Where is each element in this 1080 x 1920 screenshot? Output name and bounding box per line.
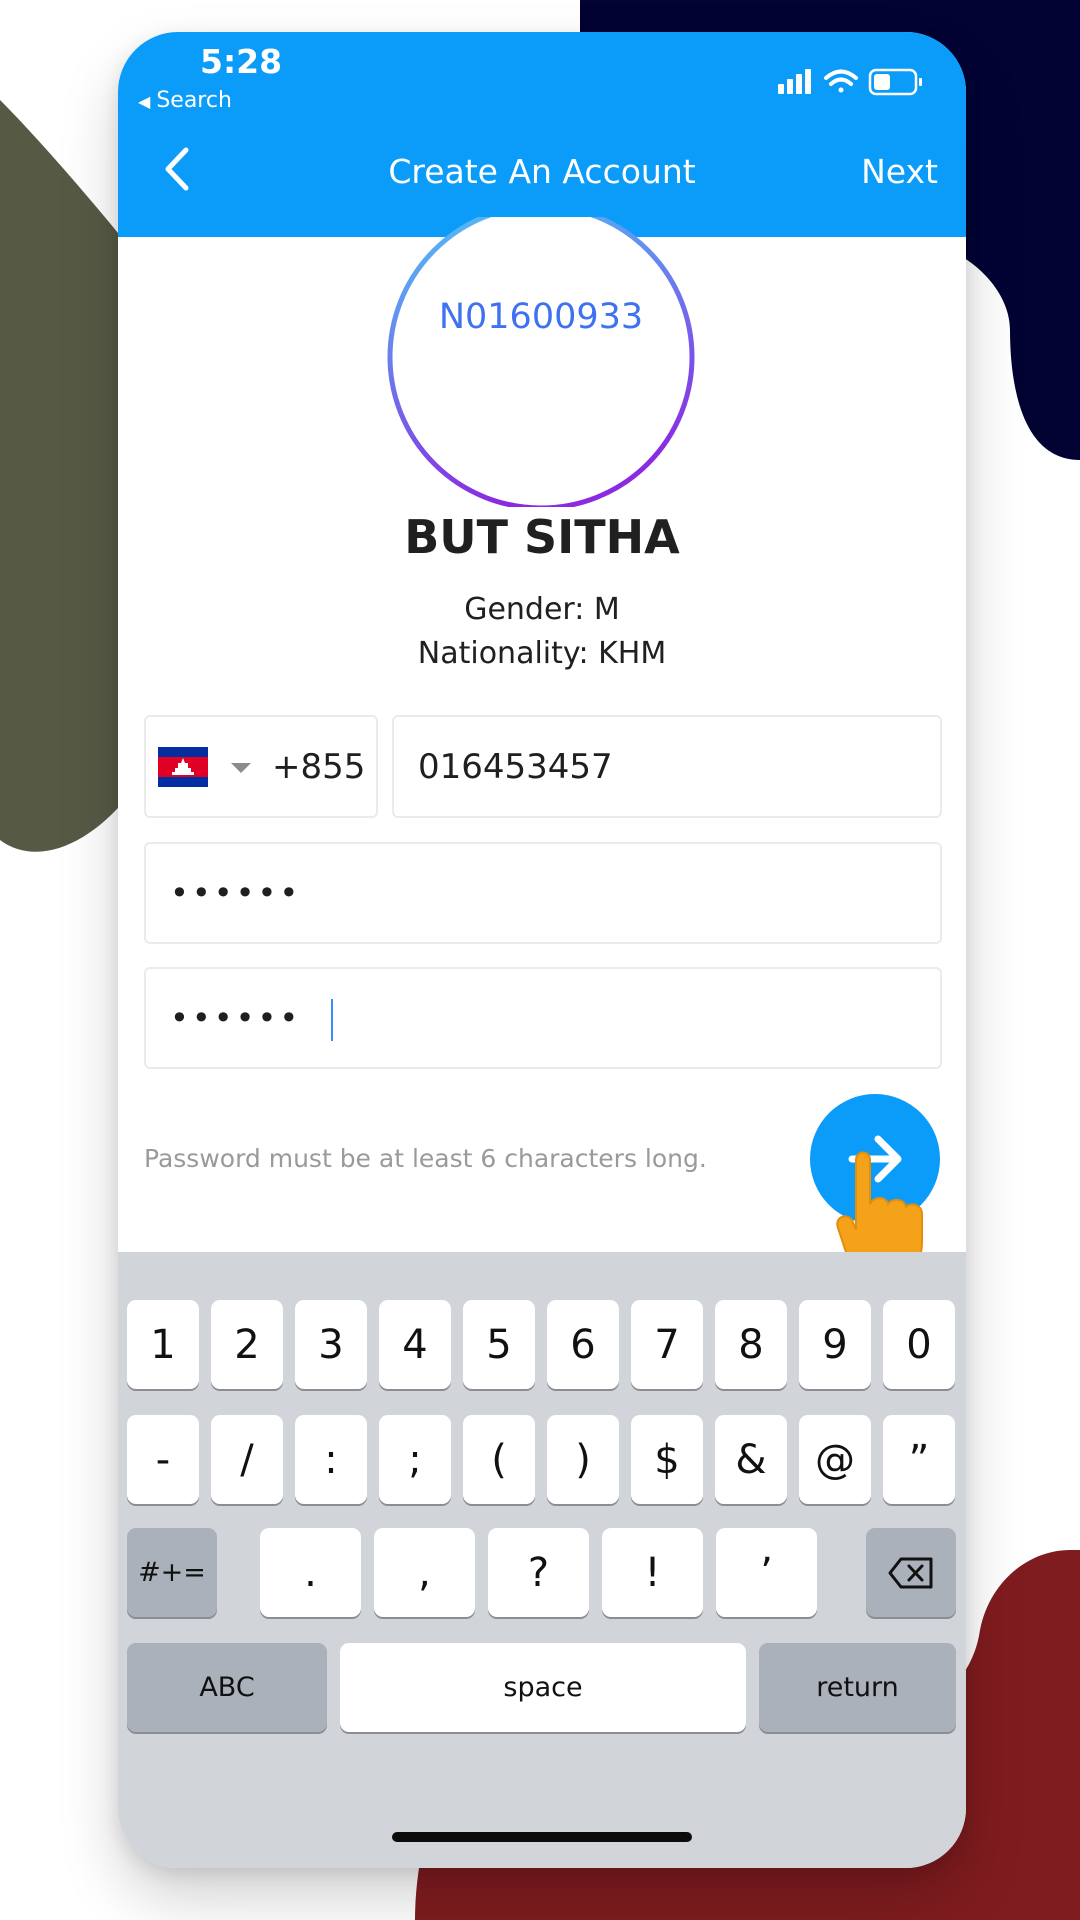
key-row1-5[interactable]: 6 <box>547 1300 619 1389</box>
key-abc[interactable]: ABC <box>127 1643 327 1732</box>
signal-icon <box>778 69 811 94</box>
key-row2-0[interactable]: - <box>127 1415 199 1504</box>
key-symbols[interactable]: #+= <box>127 1528 217 1617</box>
key-row2-9[interactable]: ” <box>883 1415 955 1504</box>
gender-text: Gender: M <box>464 592 620 627</box>
key-row1-1[interactable]: 2 <box>211 1300 283 1389</box>
back-search-label: Search <box>156 88 232 113</box>
key-row3-0[interactable]: . <box>260 1528 361 1617</box>
user-id-number: N01600933 <box>438 297 644 337</box>
navigation-header: 5:28 ◀ Search Create An Account Next <box>118 32 966 237</box>
user-name: BUT SITHA <box>404 510 680 564</box>
status-icons <box>778 62 928 106</box>
page-title: Create An Account <box>388 152 696 191</box>
key-return[interactable]: return <box>759 1643 956 1732</box>
key-row2-1[interactable]: / <box>211 1415 283 1504</box>
dropdown-caret-icon <box>231 763 251 773</box>
text-cursor <box>331 999 333 1041</box>
key-row3-3[interactable]: ! <box>602 1528 703 1617</box>
phone-number-input[interactable]: 016453457 <box>392 715 942 818</box>
key-row2-5[interactable]: ) <box>547 1415 619 1504</box>
key-row1-9[interactable]: 0 <box>883 1300 955 1389</box>
country-code-value: +855 <box>272 747 366 787</box>
key-row1-7[interactable]: 8 <box>715 1300 787 1389</box>
key-row1-4[interactable]: 5 <box>463 1300 535 1389</box>
password-value: •••••• <box>170 874 302 912</box>
country-code-selector[interactable]: +855 <box>144 715 378 818</box>
key-row2-4[interactable]: ( <box>463 1415 535 1504</box>
key-backspace[interactable] <box>866 1528 956 1617</box>
phone-screen: 5:28 ◀ Search Create An Account Next N01… <box>118 32 966 1868</box>
confirm-password-input[interactable]: •••••• <box>144 967 942 1069</box>
key-row3-2[interactable]: ? <box>488 1528 589 1617</box>
key-row1-2[interactable]: 3 <box>295 1300 367 1389</box>
key-space[interactable]: space <box>340 1643 746 1732</box>
phone-number-value: 016453457 <box>418 747 613 787</box>
key-row3-1[interactable]: , <box>374 1528 475 1617</box>
key-row1-8[interactable]: 9 <box>799 1300 871 1389</box>
next-button[interactable]: Next <box>861 152 938 191</box>
password-input[interactable]: •••••• <box>144 842 942 944</box>
back-triangle-icon: ◀ <box>138 92 151 111</box>
back-to-search-link[interactable]: ◀ Search <box>138 88 232 113</box>
nationality-text: Nationality: KHM <box>417 636 667 671</box>
key-row2-6[interactable]: $ <box>631 1415 703 1504</box>
password-hint: Password must be at least 6 characters l… <box>144 1144 707 1173</box>
key-row1-6[interactable]: 7 <box>631 1300 703 1389</box>
wifi-icon <box>824 69 858 93</box>
id-ring <box>387 217 695 507</box>
key-row2-2[interactable]: : <box>295 1415 367 1504</box>
backspace-icon <box>888 1557 933 1588</box>
key-row3-4[interactable]: ’ <box>716 1528 817 1617</box>
key-row2-7[interactable]: & <box>715 1415 787 1504</box>
status-time: 5:28 <box>200 42 283 81</box>
battery-icon <box>868 68 922 96</box>
key-row1-0[interactable]: 1 <box>127 1300 199 1389</box>
confirm-password-value: •••••• <box>170 999 302 1037</box>
numeric-keyboard: 1234567890 - /:;() $ & @” #+= .,?!’ ABC spac… <box>118 1252 966 1868</box>
flag-cambodia-icon <box>158 747 208 787</box>
key-row2-8[interactable]: @ <box>799 1415 871 1504</box>
key-row2-3[interactable]: ; <box>379 1415 451 1504</box>
key-row1-3[interactable]: 4 <box>379 1300 451 1389</box>
home-indicator <box>392 1832 692 1842</box>
